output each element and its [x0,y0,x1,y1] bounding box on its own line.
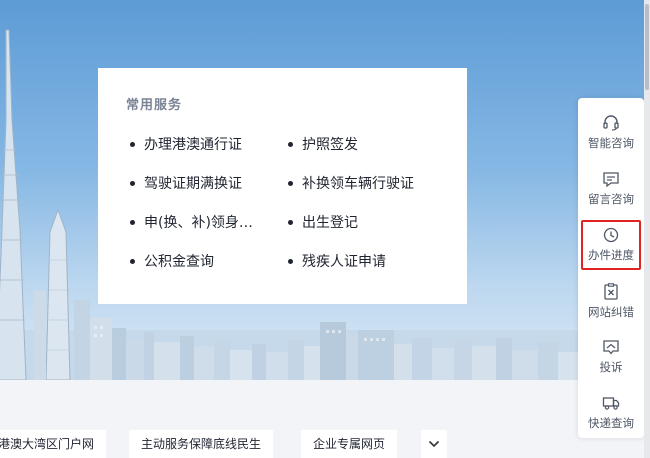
service-label: 护照签发 [302,134,358,154]
toolbar-item-label: 投诉 [600,359,623,375]
chip-enterprise-page[interactable]: 企业专属网页 [301,430,397,458]
toolbar-item-express-tracking[interactable]: 快递查询 [581,388,641,438]
toolbar-item-site-error-report[interactable]: 网站纠错 [581,276,641,326]
service-label: 驾驶证期满换证 [144,173,242,193]
toolbar-item-label: 办件进度 [588,247,634,263]
page-scrollbar-thumb[interactable] [645,4,649,90]
service-link-disability-certificate[interactable]: 残疾人证申请 [288,251,386,271]
common-services-card: 常用服务 办理港澳通行证 护照签发 驾驶证期满换证 补换领车辆行驶证 申(换、补… [98,68,467,304]
service-label: 残疾人证申请 [302,251,386,271]
error-report-icon [602,283,620,300]
toolbar-item-label: 快递查询 [588,415,634,431]
bullet-icon [288,259,293,264]
common-services-title: 常用服务 [126,94,182,113]
chip-greater-bay-area-portal[interactable]: 港澳大湾区门户网 [0,430,106,458]
chevron-down-icon [428,440,440,448]
service-link-birth-registration[interactable]: 出生登记 [288,212,358,232]
service-label: 补换领车辆行驶证 [302,173,414,193]
service-label: 出生登记 [302,212,358,232]
bullet-icon [288,142,293,147]
toolbar-item-progress[interactable]: 办件进度 [581,220,641,270]
bullet-icon [130,181,135,186]
headset-icon [602,115,620,131]
bullet-icon [130,259,135,264]
bullet-icon [288,181,293,186]
service-link-driver-license-renewal[interactable]: 驾驶证期满换证 [130,173,242,193]
message-icon [602,171,620,187]
service-label: 申(换、补)领身… [144,212,253,232]
truck-icon [602,395,620,411]
quick-links-bar: 港澳大湾区门户网 主动服务保障底线民生 企业专属网页 [0,408,467,458]
service-label: 办理港澳通行证 [144,134,242,154]
service-link-housing-fund[interactable]: 公积金查询 [130,251,214,271]
floating-service-toolbar: 智能咨询 留言咨询 办件进度 网站纠错 投诉 [578,98,644,438]
toolbar-item-smart-consult[interactable]: 智能咨询 [581,108,641,158]
toolbar-item-message-consult[interactable]: 留言咨询 [581,164,641,214]
clock-icon [602,227,620,243]
complaint-icon [602,339,620,355]
service-label: 公积金查询 [144,251,214,271]
bullet-icon [130,220,135,225]
toolbar-item-label: 网站纠错 [588,304,634,320]
chip-proactive-services[interactable]: 主动服务保障底线民生 [129,430,273,458]
service-link-id-card[interactable]: 申(换、补)领身… [130,212,253,232]
toolbar-item-complaint[interactable]: 投诉 [581,332,641,382]
service-link-hk-macau-pass[interactable]: 办理港澳通行证 [130,134,242,154]
service-link-passport[interactable]: 护照签发 [288,134,358,154]
toolbar-item-label: 智能咨询 [588,135,634,151]
expand-more-button[interactable] [421,430,447,458]
bullet-icon [130,142,135,147]
bullet-icon [288,220,293,225]
toolbar-item-label: 留言咨询 [588,191,634,207]
service-link-vehicle-license-replacement[interactable]: 补换领车辆行驶证 [288,173,414,193]
